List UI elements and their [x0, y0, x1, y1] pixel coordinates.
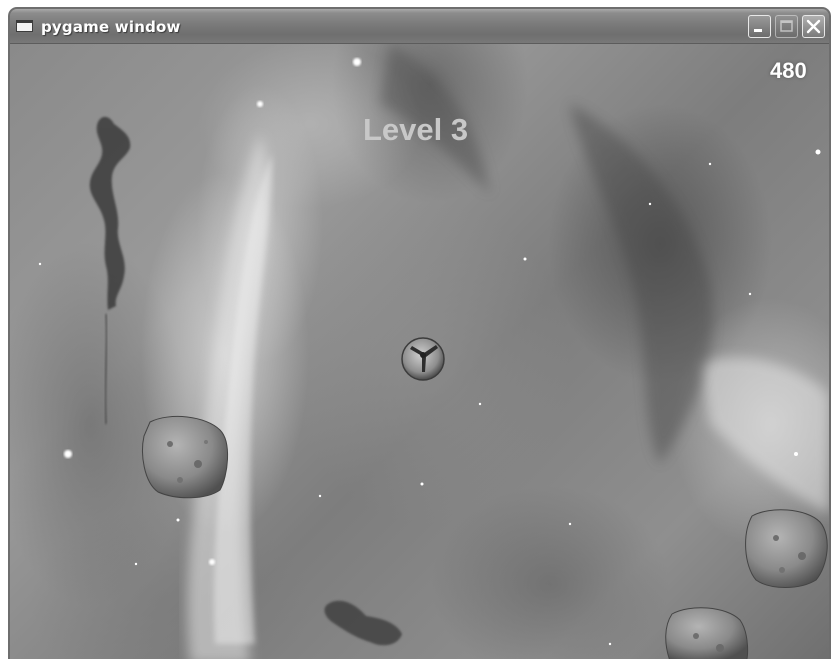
maximize-button[interactable] [775, 15, 798, 38]
level-label: Level 3 [363, 112, 469, 147]
game-canvas[interactable]: 480 Level 3 [10, 44, 829, 659]
close-button[interactable] [802, 15, 825, 38]
score-counter: 480 [770, 58, 807, 83]
window-title: pygame window [41, 18, 181, 36]
minimize-icon [754, 29, 762, 32]
window-app-icon[interactable] [16, 20, 33, 32]
maximize-icon [780, 20, 793, 32]
asteroid [745, 509, 828, 588]
title-bar[interactable]: pygame window [10, 9, 829, 44]
pygame-window: pygame window 480 Level 3 [8, 7, 831, 659]
close-icon [806, 19, 821, 34]
minimize-button[interactable] [748, 15, 771, 38]
spaceship [401, 337, 445, 381]
asteroid [142, 416, 229, 499]
asteroid [665, 607, 749, 659]
